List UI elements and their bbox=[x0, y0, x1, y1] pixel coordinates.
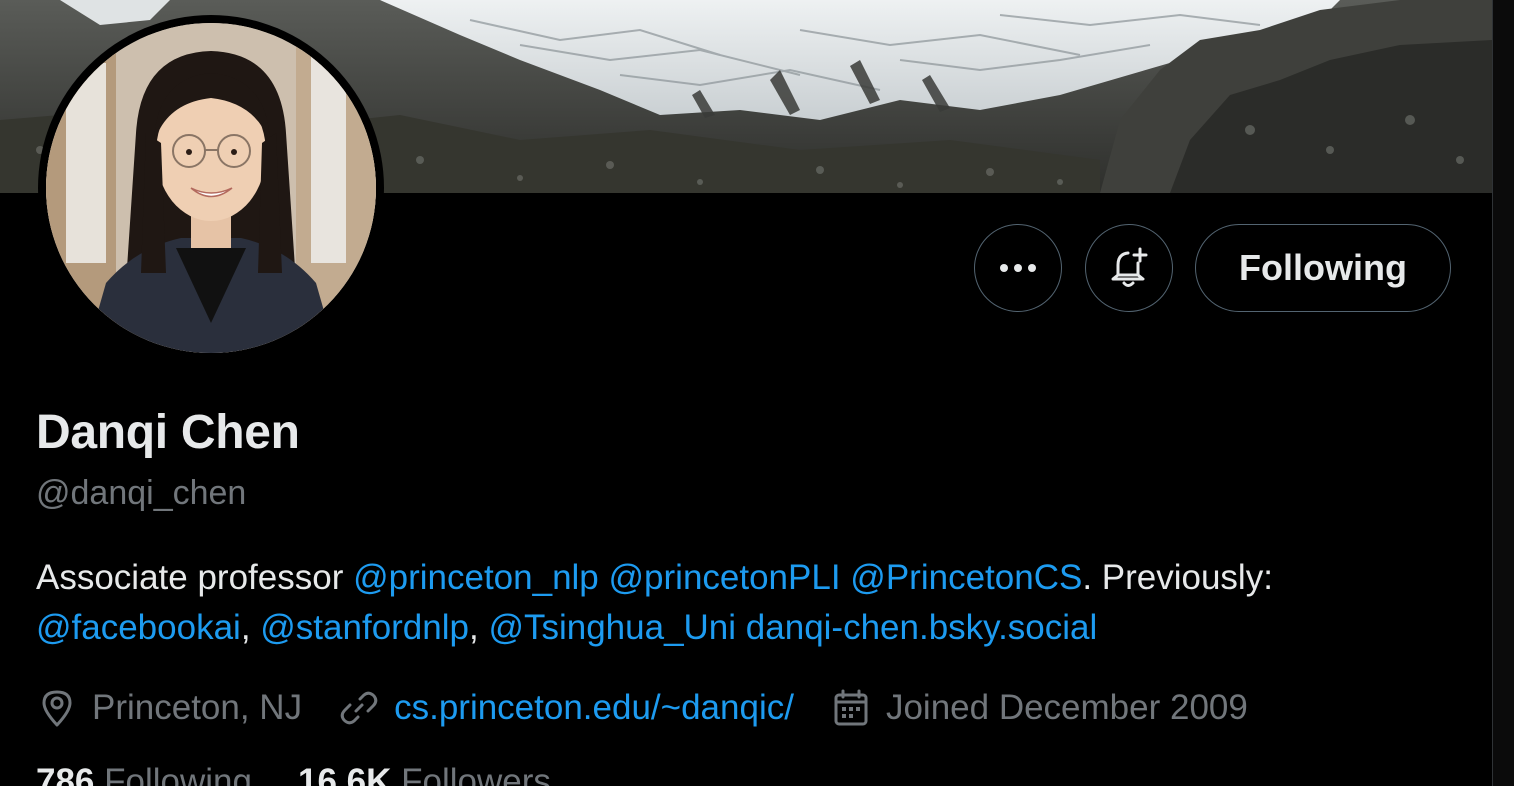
scrollbar-track[interactable] bbox=[1492, 0, 1514, 786]
location-pin-icon bbox=[36, 687, 78, 729]
following-button[interactable]: Following bbox=[1195, 224, 1451, 312]
bio-link-bsky[interactable]: danqi-chen.bsky.social bbox=[746, 608, 1098, 647]
website-link[interactable]: cs.princeton.edu/~danqic/ bbox=[394, 688, 794, 728]
bio-mention-stanfordnlp[interactable]: @stanfordnlp bbox=[260, 608, 469, 647]
joined-text: Joined December 2009 bbox=[885, 688, 1248, 727]
avatar-photo bbox=[46, 23, 376, 353]
bio-separator: , bbox=[240, 608, 261, 647]
follow-counts: 786 Following 16.6K Followers bbox=[36, 762, 551, 786]
profile-bio: Associate professor @princeton_nlp @prin… bbox=[36, 553, 1456, 653]
website-item[interactable]: cs.princeton.edu/~danqic/ bbox=[338, 687, 794, 729]
location-item: Princeton, NJ bbox=[36, 687, 302, 729]
bio-mention-princeton-nlp[interactable]: @princeton_nlp bbox=[353, 558, 599, 597]
bell-plus-icon bbox=[1111, 247, 1148, 287]
joined-item: Joined December 2009 bbox=[830, 687, 1248, 729]
bio-text: . Previously: bbox=[1082, 558, 1273, 597]
followers-label: Followers bbox=[401, 762, 551, 786]
followers-count: 16.6K bbox=[298, 762, 392, 786]
following-count-link[interactable]: 786 Following bbox=[36, 762, 252, 786]
bio-mention-princeton-cs[interactable]: @PrincetonCS bbox=[850, 558, 1082, 597]
notify-button[interactable] bbox=[1085, 224, 1173, 312]
following-label: Following bbox=[104, 762, 252, 786]
profile-name: Danqi Chen bbox=[36, 406, 300, 459]
followers-count-link[interactable]: 16.6K Followers bbox=[298, 762, 551, 786]
profile-handle: @danqi_chen bbox=[36, 474, 247, 512]
calendar-icon bbox=[830, 687, 872, 729]
more-icon bbox=[1000, 264, 1036, 272]
following-count: 786 bbox=[36, 762, 95, 786]
location-text: Princeton, NJ bbox=[92, 688, 303, 727]
profile-meta: Princeton, NJ cs.princeton.edu/~danqic/ bbox=[36, 684, 1248, 732]
more-button[interactable] bbox=[974, 224, 1062, 312]
bio-mention-princeton-pli[interactable]: @princetonPLI bbox=[609, 558, 841, 597]
bio-mention-facebookai[interactable]: @facebookai bbox=[36, 608, 241, 647]
bio-separator: , bbox=[468, 608, 489, 647]
profile-page: Following Danqi Chen @danqi_chen Associa… bbox=[0, 0, 1492, 786]
link-icon bbox=[338, 687, 380, 729]
bio-mention-tsinghua[interactable]: @Tsinghua_Uni bbox=[488, 608, 736, 647]
bio-text: Associate professor bbox=[36, 558, 354, 597]
profile-avatar[interactable] bbox=[38, 15, 384, 361]
